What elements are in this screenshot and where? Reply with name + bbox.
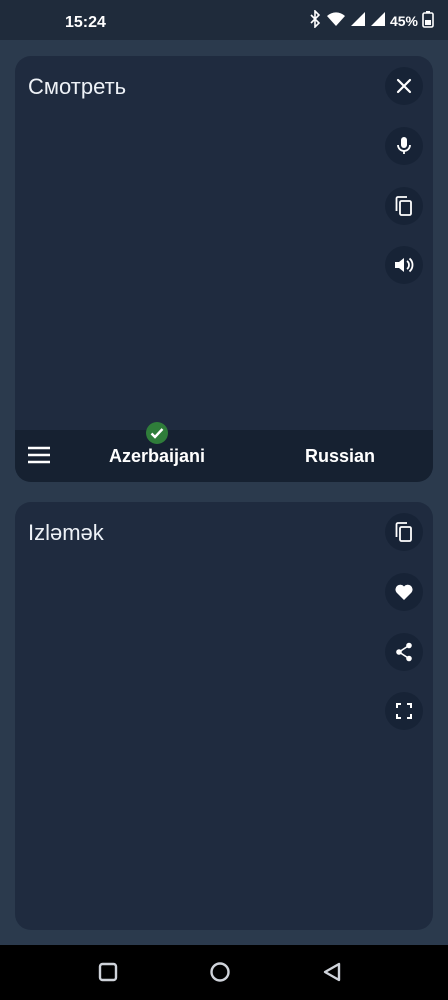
signal-icon — [350, 11, 366, 30]
share-button[interactable] — [385, 633, 423, 671]
output-card: Izləmək — [15, 502, 433, 930]
output-text: Izləmək — [28, 520, 104, 545]
status-time: 15:24 — [65, 14, 106, 31]
microphone-icon — [396, 136, 412, 156]
signal-icon — [370, 11, 386, 30]
speak-button[interactable] — [385, 246, 423, 284]
heart-icon — [394, 583, 414, 601]
recents-icon[interactable] — [96, 960, 120, 984]
language-bar: Azerbaijani Russian — [15, 422, 433, 482]
target-language-button[interactable]: Russian — [290, 446, 390, 467]
battery-icon — [422, 10, 434, 31]
fullscreen-button[interactable] — [385, 692, 423, 730]
back-icon[interactable] — [320, 960, 344, 984]
input-text[interactable]: Смотреть — [28, 74, 126, 100]
navigation-bar — [0, 945, 448, 1000]
microphone-button[interactable] — [385, 127, 423, 165]
source-language-button[interactable]: Azerbaijani — [107, 446, 207, 467]
speaker-icon — [394, 256, 414, 274]
input-card: Смотреть Azerbaijani Russian — [15, 56, 433, 482]
copy-icon — [395, 196, 413, 216]
status-bar: 15:24 45% — [0, 0, 448, 40]
close-icon — [396, 78, 412, 94]
share-icon — [395, 642, 413, 662]
menu-icon[interactable] — [27, 445, 51, 467]
fullscreen-icon — [396, 703, 412, 719]
bluetooth-icon — [308, 9, 322, 31]
copy-icon — [395, 522, 413, 542]
status-icons: 45% — [308, 9, 434, 31]
copy-output-button[interactable] — [385, 513, 423, 551]
clear-button[interactable] — [385, 67, 423, 105]
battery-label: 45% — [389, 12, 418, 29]
home-icon[interactable] — [208, 960, 232, 984]
wifi-icon — [326, 11, 346, 30]
check-icon — [146, 422, 168, 444]
copy-input-button[interactable] — [385, 187, 423, 225]
favorite-button[interactable] — [385, 573, 423, 611]
